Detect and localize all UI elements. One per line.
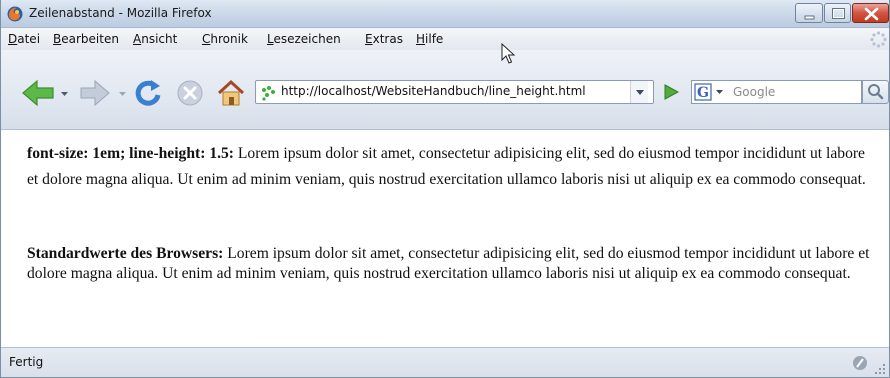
menu-hilfe[interactable]: Hilfe <box>416 32 443 46</box>
menu-lesezeichen[interactable]: Lesezeichen <box>267 32 341 46</box>
mouse-pointer-icon <box>501 43 516 64</box>
throbber-icon <box>870 31 887 48</box>
resize-grip-icon[interactable] <box>873 362 887 376</box>
forward-arrow-icon[interactable] <box>79 77 129 109</box>
home-icon[interactable] <box>215 77 247 109</box>
url-dropdown-button[interactable] <box>630 81 648 103</box>
url-text[interactable]: http://localhost/WebsiteHandbuch/line_he… <box>281 84 586 98</box>
paragraph-browser-defaults: Standardwerte des Browsers: Lorem ipsum … <box>27 244 872 283</box>
magnifier-icon <box>868 84 884 100</box>
menu-ansicht[interactable]: Ansicht <box>133 32 177 46</box>
paragraph-1-label: font-size: 1em; line-height: 1.5: <box>27 145 234 162</box>
security-status-icon[interactable] <box>850 353 870 373</box>
close-button[interactable] <box>852 3 889 23</box>
page-content: font-size: 1em; line-height: 1.5: Lorem … <box>1 131 889 347</box>
stop-icon[interactable] <box>174 77 206 109</box>
minimize-icon <box>804 15 815 20</box>
svg-text:G: G <box>697 85 709 101</box>
browser-window: Zeilenabstand - Mozilla Firefox Datei Be… <box>0 0 890 378</box>
maximize-icon <box>832 8 845 19</box>
reload-icon[interactable] <box>132 77 164 109</box>
firefox-icon <box>7 6 23 22</box>
search-button[interactable] <box>862 80 889 104</box>
back-arrow-icon[interactable] <box>19 77 71 109</box>
google-engine-icon: G <box>694 83 723 101</box>
minimize-button[interactable] <box>795 3 823 23</box>
menu-chronik[interactable]: Chronik <box>202 32 248 46</box>
status-text: Fertig <box>9 355 44 369</box>
search-input[interactable]: Google <box>727 80 862 104</box>
url-bar[interactable]: http://localhost/WebsiteHandbuch/line_he… <box>255 80 654 104</box>
close-icon <box>864 7 879 21</box>
go-arrow-icon[interactable] <box>660 82 682 102</box>
menu-bar: Datei Bearbeiten Ansicht Chronik Lesezei… <box>1 28 889 50</box>
status-bar: Fertig <box>1 347 889 377</box>
maximize-button[interactable] <box>824 3 851 23</box>
search-placeholder: Google <box>733 85 776 99</box>
paragraph-line-height: font-size: 1em; line-height: 1.5: Lorem … <box>27 141 872 193</box>
menu-datei[interactable]: Datei <box>8 32 40 46</box>
search-engine-selector[interactable]: G <box>691 80 727 104</box>
paragraph-2-label: Standardwerte des Browsers: <box>27 245 224 262</box>
menu-bearbeiten[interactable]: Bearbeiten <box>53 32 119 46</box>
menu-extras[interactable]: Extras <box>365 32 403 46</box>
chevron-down-icon <box>636 90 644 95</box>
title-bar: Zeilenabstand - Mozilla Firefox <box>1 0 889 28</box>
window-title: Zeilenabstand - Mozilla Firefox <box>29 6 212 20</box>
site-favicon-icon <box>262 86 275 101</box>
